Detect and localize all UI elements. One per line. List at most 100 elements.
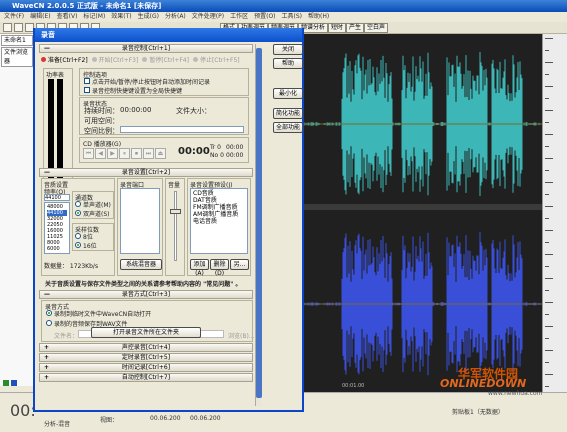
bits16-label: 16位 <box>83 243 97 250</box>
channel-group: 通道数 单声道(M) 双声道(S) <box>72 191 114 219</box>
cd-button-3[interactable]: ⏸ <box>119 148 130 159</box>
preset-item[interactable]: CD音质 <box>193 190 245 197</box>
toolbar-icon-0[interactable] <box>3 23 12 32</box>
scale-tick <box>545 182 553 183</box>
stereo-radio[interactable] <box>75 210 81 216</box>
space-label: 可用空间： <box>84 117 119 125</box>
menu-item-0[interactable]: 文件(F) <box>4 12 24 22</box>
mono-radio[interactable] <box>75 201 81 207</box>
record-tab-label: 停止[Ctrl+F5] <box>199 57 240 64</box>
record-tab-3[interactable]: 停止[Ctrl+F5] <box>192 55 240 64</box>
cd-button-6[interactable]: ⏏ <box>155 148 166 159</box>
browse-button[interactable]: 浏览(B)... <box>228 331 255 340</box>
tool-tab-6[interactable]: 空白声 <box>364 23 389 33</box>
menu-item-5[interactable]: 生成(G) <box>138 12 159 22</box>
section-record-settings[interactable]: — 录音设置[Ctrl+2] <box>39 168 253 177</box>
freq-list[interactable]: 48000 44100 32000 22050 16000 11025 8000 6000 <box>44 202 70 254</box>
minimize-button[interactable]: 最小化 <box>273 88 303 99</box>
section-record-control[interactable]: — 录音控制[Ctrl+1] <box>39 44 253 53</box>
scale-tick <box>545 278 553 279</box>
preset-item[interactable]: AM调制广播音质 <box>193 211 245 218</box>
preset-item[interactable]: 电话音质 <box>193 218 245 225</box>
stereo-label: 双声道(S) <box>83 211 110 218</box>
delete-preset-button[interactable]: 删除(D) <box>210 259 229 277</box>
filesize-label: 文件大小： <box>176 107 211 115</box>
auto-time-label: 点击开始/暂停/停止按钮时自动添加时间记录 <box>92 79 211 86</box>
scale-tick <box>545 362 549 363</box>
global-hotkey-label: 录音控制快捷键设置为全局快捷键 <box>92 88 183 95</box>
help-button[interactable]: 帮助 <box>273 58 303 69</box>
auto-time-checkbox[interactable] <box>84 78 90 84</box>
tool-tab-4[interactable]: 短时 <box>328 23 347 33</box>
scale-tick <box>545 314 549 315</box>
add-icon[interactable] <box>3 380 9 386</box>
cd-button-5[interactable]: ⏭ <box>143 148 154 159</box>
section-vad-label: 声控录音[Ctrl+4] <box>121 344 171 351</box>
mixer-button[interactable]: 系统混音器 <box>120 259 162 270</box>
bits16-radio[interactable] <box>75 242 81 248</box>
close-button[interactable]: 关闭 <box>273 44 303 55</box>
menu-item-4[interactable]: 效果(T) <box>111 12 131 22</box>
file-browser-tab[interactable]: 文件浏览器 <box>1 47 33 67</box>
port-list[interactable] <box>120 188 160 254</box>
record-tab-1[interactable]: 开始[Ctrl+F3] <box>91 55 139 64</box>
section-vad[interactable]: + 声控录音[Ctrl+4] <box>39 343 253 352</box>
bits8-radio[interactable] <box>75 233 81 239</box>
menu-item-6[interactable]: 分析(A) <box>165 12 186 22</box>
global-hotkey-checkbox[interactable] <box>84 87 90 93</box>
cd-button-0[interactable]: ⏮ <box>83 148 94 159</box>
toolbar-icon-1[interactable] <box>14 23 23 32</box>
dialog-title: 录音 <box>41 31 55 39</box>
other-preset-button[interactable]: 另... <box>230 259 249 270</box>
scale-tick <box>545 122 549 123</box>
scale-tick <box>545 254 553 255</box>
scale-tick <box>545 134 553 135</box>
freq-item[interactable]: 6000 <box>47 246 67 252</box>
volume-slider[interactable] <box>170 209 181 214</box>
scale-tick <box>545 110 553 111</box>
cd-button-2[interactable]: ▶ <box>107 148 118 159</box>
menu-item-3[interactable]: 标记(M) <box>83 12 105 22</box>
full-mode-button[interactable]: 全部功能 <box>273 122 303 133</box>
blue-icon[interactable] <box>11 380 17 386</box>
section-record-settings-label: 录音设置[Ctrl+2] <box>121 169 171 176</box>
freq-input[interactable]: 44100 <box>44 194 70 201</box>
record-tab-label: 开始[Ctrl+F3] <box>98 57 139 64</box>
scale-tick <box>545 38 553 39</box>
section-timelog[interactable]: + 时间记录[Ctrl+6] <box>39 363 253 372</box>
cd-button-1[interactable]: ◀ <box>95 148 106 159</box>
menu-item-7[interactable]: 文件处理(P) <box>192 12 224 22</box>
section-auto[interactable]: + 自动控制[Ctrl+7] <box>39 373 253 382</box>
mode-wav-radio[interactable] <box>46 320 52 326</box>
doc-tab[interactable]: 未命名1 <box>1 35 33 46</box>
menu-item-2[interactable]: 查看(V) <box>57 12 78 22</box>
section-record-mode[interactable]: — 录音方式[Ctrl+3] <box>39 290 253 299</box>
record-tab-2[interactable]: 暂停[Ctrl+F4] <box>142 55 189 64</box>
datarate: 数据量： 1723Kb/s <box>44 263 99 270</box>
preset-item[interactable]: FM调制广播音质 <box>193 204 245 211</box>
section-record-mode-label: 录音方式[Ctrl+3] <box>121 291 171 298</box>
cd-button-4[interactable]: ⏹ <box>131 148 142 159</box>
dialog-scrollbar[interactable] <box>255 44 262 406</box>
menu-item-10[interactable]: 工具(S) <box>282 12 303 22</box>
duration-value: 00:00:00 <box>120 106 152 114</box>
open-folder-button[interactable]: 打开录音文件所在文件夹 <box>91 327 201 338</box>
preset-item[interactable]: DAT音质 <box>193 197 245 204</box>
menu-item-11[interactable]: 帮助(H) <box>308 12 329 22</box>
preset-list[interactable]: CD音质 DAT音质 FM调制广播音质 AM调制广播音质 电话音质 <box>190 188 248 254</box>
cd-buttons: ⏮ ◀ ▶ ⏸ ⏹ ⏭ ⏏ <box>83 148 166 159</box>
scale-tick <box>545 146 549 147</box>
menu-item-8[interactable]: 工作区 <box>230 12 248 22</box>
volume-label: 音量 <box>168 182 181 189</box>
scale-tick <box>545 170 549 171</box>
mode-temp-radio[interactable] <box>46 310 52 316</box>
menu-item-9[interactable]: 预置(O) <box>254 12 275 22</box>
record-tab-0[interactable]: 准备[Ctrl+F2] <box>41 55 88 64</box>
tool-tab-5[interactable]: 产生 <box>346 23 365 33</box>
waveform-view[interactable]: 00:01.00 <box>282 34 542 392</box>
menu-item-1[interactable]: 编辑(E) <box>30 12 50 22</box>
add-preset-button[interactable]: 添加(A) <box>190 259 209 277</box>
section-timer[interactable]: + 定时录音[Ctrl+5] <box>39 353 253 362</box>
simple-mode-button[interactable]: 简化功能 <box>273 108 303 119</box>
scroll-thumb[interactable] <box>256 48 262 398</box>
